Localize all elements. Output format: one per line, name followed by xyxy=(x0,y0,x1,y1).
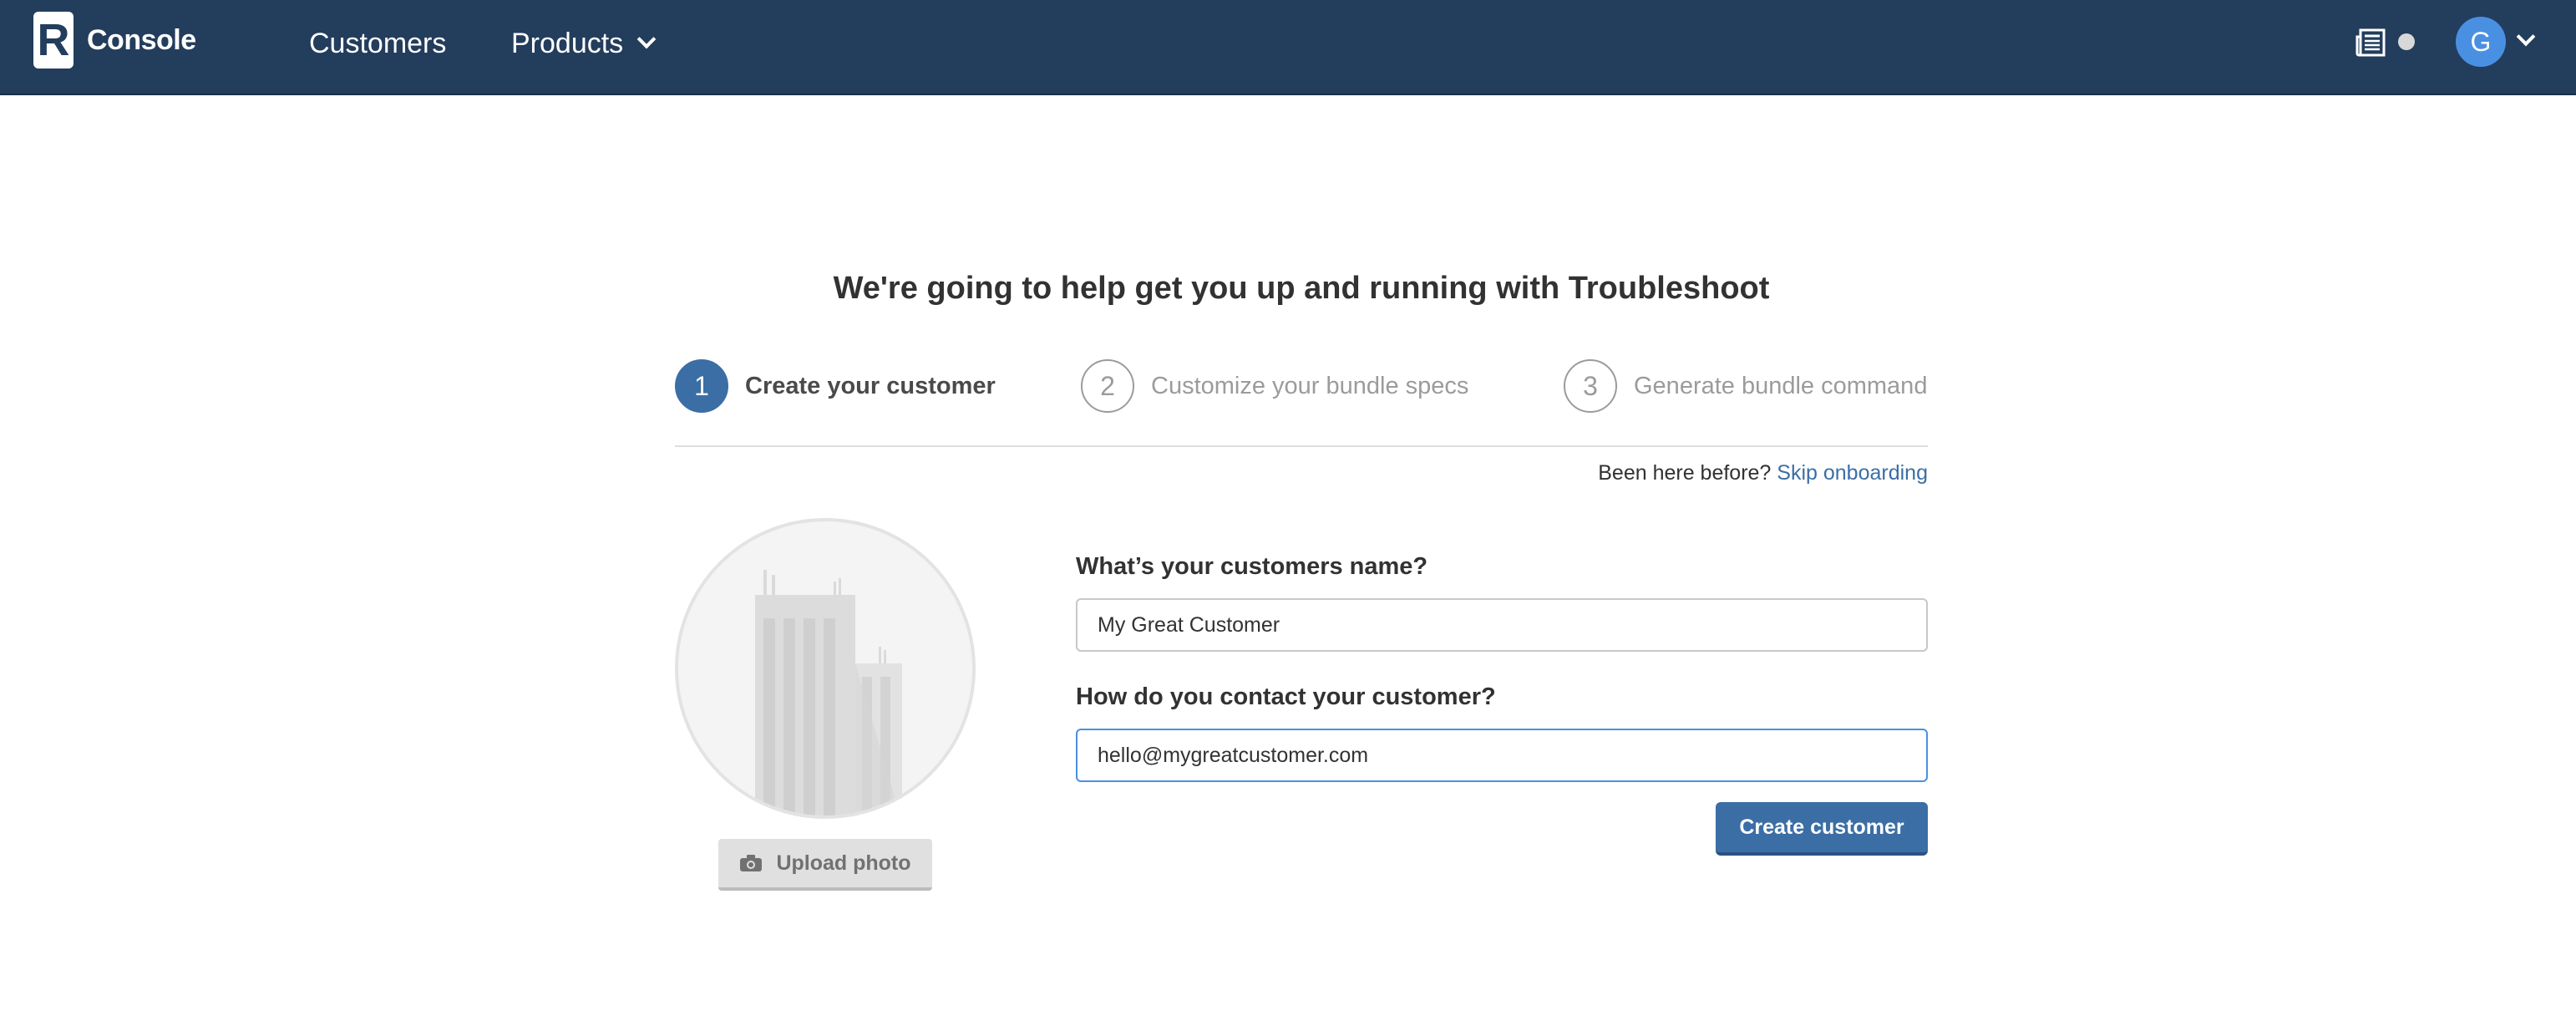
create-customer-button[interactable]: Create customer xyxy=(1716,802,1928,856)
brand-name: Console xyxy=(87,23,196,56)
chevron-down-icon xyxy=(636,29,657,49)
steps-divider xyxy=(675,445,1928,447)
step-label: Customize your bundle specs xyxy=(1151,372,1469,399)
customer-photo-placeholder xyxy=(675,518,976,819)
step-create-customer: 1 Create your customer xyxy=(675,359,996,413)
skip-onboarding-link[interactable]: Skip onboarding xyxy=(1777,461,1928,485)
skip-prompt-text: Been here before? xyxy=(1598,461,1772,485)
step-customize-specs: 2 Customize your bundle specs xyxy=(1081,359,1468,413)
nav-products-label: Products xyxy=(511,28,624,59)
step-label: Create your customer xyxy=(745,372,996,399)
step-number-badge: 1 xyxy=(675,359,728,413)
page-title: We're going to help get you up and runni… xyxy=(833,271,1770,306)
brand-home-link[interactable]: R Console xyxy=(33,12,196,69)
step-number-badge: 2 xyxy=(1081,359,1134,413)
step-generate-command: 3 Generate bundle command xyxy=(1564,359,1927,413)
onboarding-steps: 1 Create your customer 2 Customize your … xyxy=(675,359,1928,413)
customer-contact-input[interactable] xyxy=(1076,729,1928,782)
customer-name-input[interactable] xyxy=(1076,598,1928,652)
upload-photo-button[interactable]: Upload photo xyxy=(718,839,932,891)
skip-onboarding-row: Been here before? Skip onboarding xyxy=(675,461,1928,485)
step-label: Generate bundle command xyxy=(1634,372,1928,399)
nav-customers-link[interactable]: Customers xyxy=(309,25,446,62)
upload-photo-label: Upload photo xyxy=(776,851,911,875)
newspaper-icon[interactable] xyxy=(2355,28,2386,57)
building-icon xyxy=(755,570,902,815)
user-avatar[interactable]: G xyxy=(2456,17,2506,67)
camera-icon xyxy=(740,855,763,871)
status-indicator-dot xyxy=(2398,33,2415,50)
nav-products-dropdown[interactable]: Products xyxy=(511,25,657,62)
customer-name-label: What’s your customers name? xyxy=(1076,553,1428,580)
step-number-badge: 3 xyxy=(1564,359,1617,413)
top-navigation-bar: R Console Customers Products G xyxy=(0,0,2576,95)
brand-logo-icon: R xyxy=(33,12,74,69)
brand-logo-letter: R xyxy=(37,15,70,65)
customer-contact-label: How do you contact your customer? xyxy=(1076,683,1496,710)
account-chevron-down-icon[interactable] xyxy=(2516,27,2536,47)
